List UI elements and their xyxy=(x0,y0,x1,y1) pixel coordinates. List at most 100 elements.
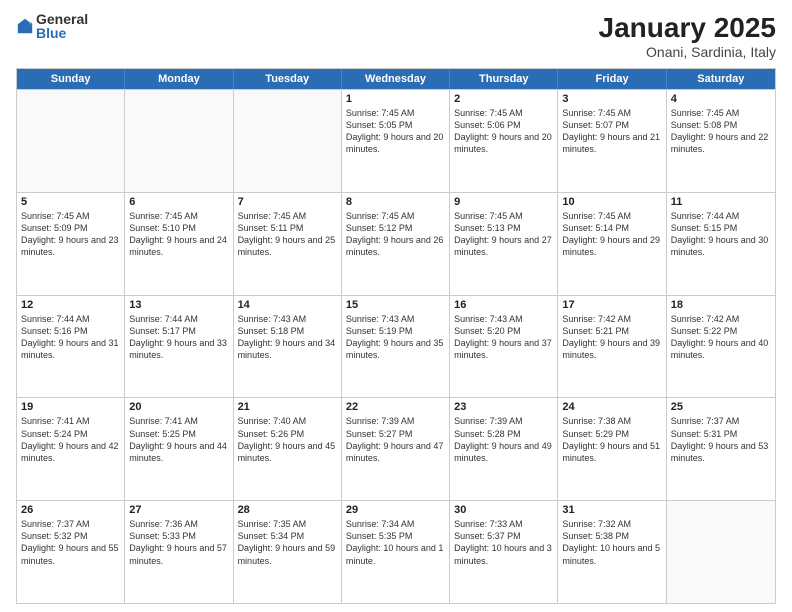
day-number: 11 xyxy=(671,196,771,208)
calendar: SundayMondayTuesdayWednesdayThursdayFrid… xyxy=(16,68,776,604)
calendar-row-4: 19 Sunrise: 7:41 AM Sunset: 5:24 PM Dayli… xyxy=(17,397,775,500)
day-number: 26 xyxy=(21,504,120,516)
cell-text: Sunrise: 7:41 AM Sunset: 5:25 PM Dayligh… xyxy=(129,415,228,464)
cal-cell-5-3: 28Sunrise: 7:35 AM Sunset: 5:34 PM Dayli… xyxy=(234,501,342,603)
calendar-row-1: 1Sunrise: 7:45 AM Sunset: 5:05 PM Daylig… xyxy=(17,89,775,192)
cell-text: Sunrise: 7:45 AM Sunset: 5:08 PM Dayligh… xyxy=(671,107,771,156)
logo-general: General xyxy=(36,12,88,26)
day-number: 25 xyxy=(671,401,771,413)
cal-cell-2-3: 7 Sunrise: 7:45 AM Sunset: 5:11 PM Daylig… xyxy=(234,193,342,295)
cal-cell-5-6: 31Sunrise: 7:32 AM Sunset: 5:38 PM Dayli… xyxy=(558,501,666,603)
day-number: 4 xyxy=(671,93,771,105)
header-day-wednesday: Wednesday xyxy=(342,69,450,89)
cal-cell-3-3: 14Sunrise: 7:43 AM Sunset: 5:18 PM Dayli… xyxy=(234,296,342,398)
cell-text: Sunrise: 7:32 AM Sunset: 5:38 PM Dayligh… xyxy=(562,518,661,567)
day-number: 18 xyxy=(671,299,771,311)
day-number: 30 xyxy=(454,504,553,516)
day-number: 20 xyxy=(129,401,228,413)
day-number: 9 xyxy=(454,196,553,208)
cell-text: Sunrise: 7:36 AM Sunset: 5:33 PM Dayligh… xyxy=(129,518,228,567)
cal-cell-3-2: 13 Sunrise: 7:44 AM Sunset: 5:17 PM Dayli… xyxy=(125,296,233,398)
day-number: 19 xyxy=(21,401,120,413)
cell-text: Sunrise: 7:39 AM Sunset: 5:27 PM Dayligh… xyxy=(346,415,445,464)
day-number: 17 xyxy=(562,299,661,311)
day-number: 7 xyxy=(238,196,337,208)
calendar-body: 1Sunrise: 7:45 AM Sunset: 5:05 PM Daylig… xyxy=(17,89,775,603)
cal-cell-1-2 xyxy=(125,90,233,192)
location-subtitle: Onani, Sardinia, Italy xyxy=(599,44,776,60)
cell-text: Sunrise: 7:43 AM Sunset: 5:19 PM Dayligh… xyxy=(346,313,445,362)
day-number: 24 xyxy=(562,401,661,413)
cell-text: Sunrise: 7:39 AM Sunset: 5:28 PM Dayligh… xyxy=(454,415,553,464)
cell-text: Sunrise: 7:33 AM Sunset: 5:37 PM Dayligh… xyxy=(454,518,553,567)
cal-cell-3-4: 15 Sunrise: 7:43 AM Sunset: 5:19 PM Dayli… xyxy=(342,296,450,398)
cal-cell-3-6: 17 Sunrise: 7:42 AM Sunset: 5:21 PM Dayli… xyxy=(558,296,666,398)
calendar-row-3: 12 Sunrise: 7:44 AM Sunset: 5:16 PM Dayli… xyxy=(17,295,775,398)
cal-cell-2-7: 11 Sunrise: 7:44 AM Sunset: 5:15 PM Dayli… xyxy=(667,193,775,295)
cell-text: Sunrise: 7:37 AM Sunset: 5:32 PM Dayligh… xyxy=(21,518,120,567)
logo-blue: Blue xyxy=(36,26,88,40)
cell-text: Sunrise: 7:45 AM Sunset: 5:12 PM Dayligh… xyxy=(346,210,445,259)
cell-text: Sunrise: 7:43 AM Sunset: 5:18 PM Dayligh… xyxy=(238,313,337,362)
day-number: 16 xyxy=(454,299,553,311)
cell-text: Sunrise: 7:35 AM Sunset: 5:34 PM Dayligh… xyxy=(238,518,337,567)
cal-cell-4-1: 19 Sunrise: 7:41 AM Sunset: 5:24 PM Dayli… xyxy=(17,398,125,500)
cal-cell-5-5: 30 Sunrise: 7:33 AM Sunset: 5:37 PM Dayli… xyxy=(450,501,558,603)
cell-text: Sunrise: 7:34 AM Sunset: 5:35 PM Dayligh… xyxy=(346,518,445,567)
day-number: 15 xyxy=(346,299,445,311)
logo-icon xyxy=(16,17,34,35)
cal-cell-5-1: 26 Sunrise: 7:37 AM Sunset: 5:32 PM Dayli… xyxy=(17,501,125,603)
day-number: 12 xyxy=(21,299,120,311)
cell-text: Sunrise: 7:45 AM Sunset: 5:13 PM Dayligh… xyxy=(454,210,553,259)
cal-cell-1-1 xyxy=(17,90,125,192)
cell-text: Sunrise: 7:44 AM Sunset: 5:15 PM Dayligh… xyxy=(671,210,771,259)
cal-cell-3-7: 18Sunrise: 7:42 AM Sunset: 5:22 PM Dayli… xyxy=(667,296,775,398)
day-number: 22 xyxy=(346,401,445,413)
cal-cell-1-4: 1Sunrise: 7:45 AM Sunset: 5:05 PM Daylig… xyxy=(342,90,450,192)
calendar-header: SundayMondayTuesdayWednesdayThursdayFrid… xyxy=(17,69,775,89)
cell-text: Sunrise: 7:37 AM Sunset: 5:31 PM Dayligh… xyxy=(671,415,771,464)
cell-text: Sunrise: 7:44 AM Sunset: 5:16 PM Dayligh… xyxy=(21,313,120,362)
day-number: 21 xyxy=(238,401,337,413)
cell-text: Sunrise: 7:45 AM Sunset: 5:05 PM Dayligh… xyxy=(346,107,445,156)
day-number: 3 xyxy=(562,93,661,105)
cal-cell-1-7: 4 Sunrise: 7:45 AM Sunset: 5:08 PM Daylig… xyxy=(667,90,775,192)
day-number: 6 xyxy=(129,196,228,208)
day-number: 8 xyxy=(346,196,445,208)
cal-cell-3-5: 16 Sunrise: 7:43 AM Sunset: 5:20 PM Dayli… xyxy=(450,296,558,398)
header: General Blue January 2025 Onani, Sardini… xyxy=(16,12,776,60)
header-day-thursday: Thursday xyxy=(450,69,558,89)
cal-cell-3-1: 12 Sunrise: 7:44 AM Sunset: 5:16 PM Dayli… xyxy=(17,296,125,398)
header-day-monday: Monday xyxy=(125,69,233,89)
cal-cell-2-2: 6Sunrise: 7:45 AM Sunset: 5:10 PM Daylig… xyxy=(125,193,233,295)
cal-cell-4-5: 23 Sunrise: 7:39 AM Sunset: 5:28 PM Dayli… xyxy=(450,398,558,500)
cell-text: Sunrise: 7:45 AM Sunset: 5:09 PM Dayligh… xyxy=(21,210,120,259)
page: General Blue January 2025 Onani, Sardini… xyxy=(0,0,792,612)
cal-cell-2-6: 10Sunrise: 7:45 AM Sunset: 5:14 PM Dayli… xyxy=(558,193,666,295)
month-title: January 2025 xyxy=(599,12,776,44)
cal-cell-1-3 xyxy=(234,90,342,192)
cal-cell-5-4: 29 Sunrise: 7:34 AM Sunset: 5:35 PM Dayli… xyxy=(342,501,450,603)
cell-text: Sunrise: 7:44 AM Sunset: 5:17 PM Dayligh… xyxy=(129,313,228,362)
title-block: January 2025 Onani, Sardinia, Italy xyxy=(599,12,776,60)
cell-text: Sunrise: 7:45 AM Sunset: 5:14 PM Dayligh… xyxy=(562,210,661,259)
logo-text: General Blue xyxy=(36,12,88,40)
day-number: 2 xyxy=(454,93,553,105)
cal-cell-4-3: 21 Sunrise: 7:40 AM Sunset: 5:26 PM Dayli… xyxy=(234,398,342,500)
cell-text: Sunrise: 7:40 AM Sunset: 5:26 PM Dayligh… xyxy=(238,415,337,464)
cell-text: Sunrise: 7:45 AM Sunset: 5:11 PM Dayligh… xyxy=(238,210,337,259)
cal-cell-2-1: 5Sunrise: 7:45 AM Sunset: 5:09 PM Daylig… xyxy=(17,193,125,295)
cell-text: Sunrise: 7:42 AM Sunset: 5:21 PM Dayligh… xyxy=(562,313,661,362)
cal-cell-2-5: 9 Sunrise: 7:45 AM Sunset: 5:13 PM Daylig… xyxy=(450,193,558,295)
day-number: 13 xyxy=(129,299,228,311)
cal-cell-4-6: 24Sunrise: 7:38 AM Sunset: 5:29 PM Dayli… xyxy=(558,398,666,500)
cell-text: Sunrise: 7:45 AM Sunset: 5:06 PM Dayligh… xyxy=(454,107,553,156)
header-day-saturday: Saturday xyxy=(667,69,775,89)
cell-text: Sunrise: 7:41 AM Sunset: 5:24 PM Dayligh… xyxy=(21,415,120,464)
day-number: 23 xyxy=(454,401,553,413)
cell-text: Sunrise: 7:43 AM Sunset: 5:20 PM Dayligh… xyxy=(454,313,553,362)
day-number: 29 xyxy=(346,504,445,516)
cal-cell-1-6: 3Sunrise: 7:45 AM Sunset: 5:07 PM Daylig… xyxy=(558,90,666,192)
logo: General Blue xyxy=(16,12,88,40)
header-day-tuesday: Tuesday xyxy=(234,69,342,89)
